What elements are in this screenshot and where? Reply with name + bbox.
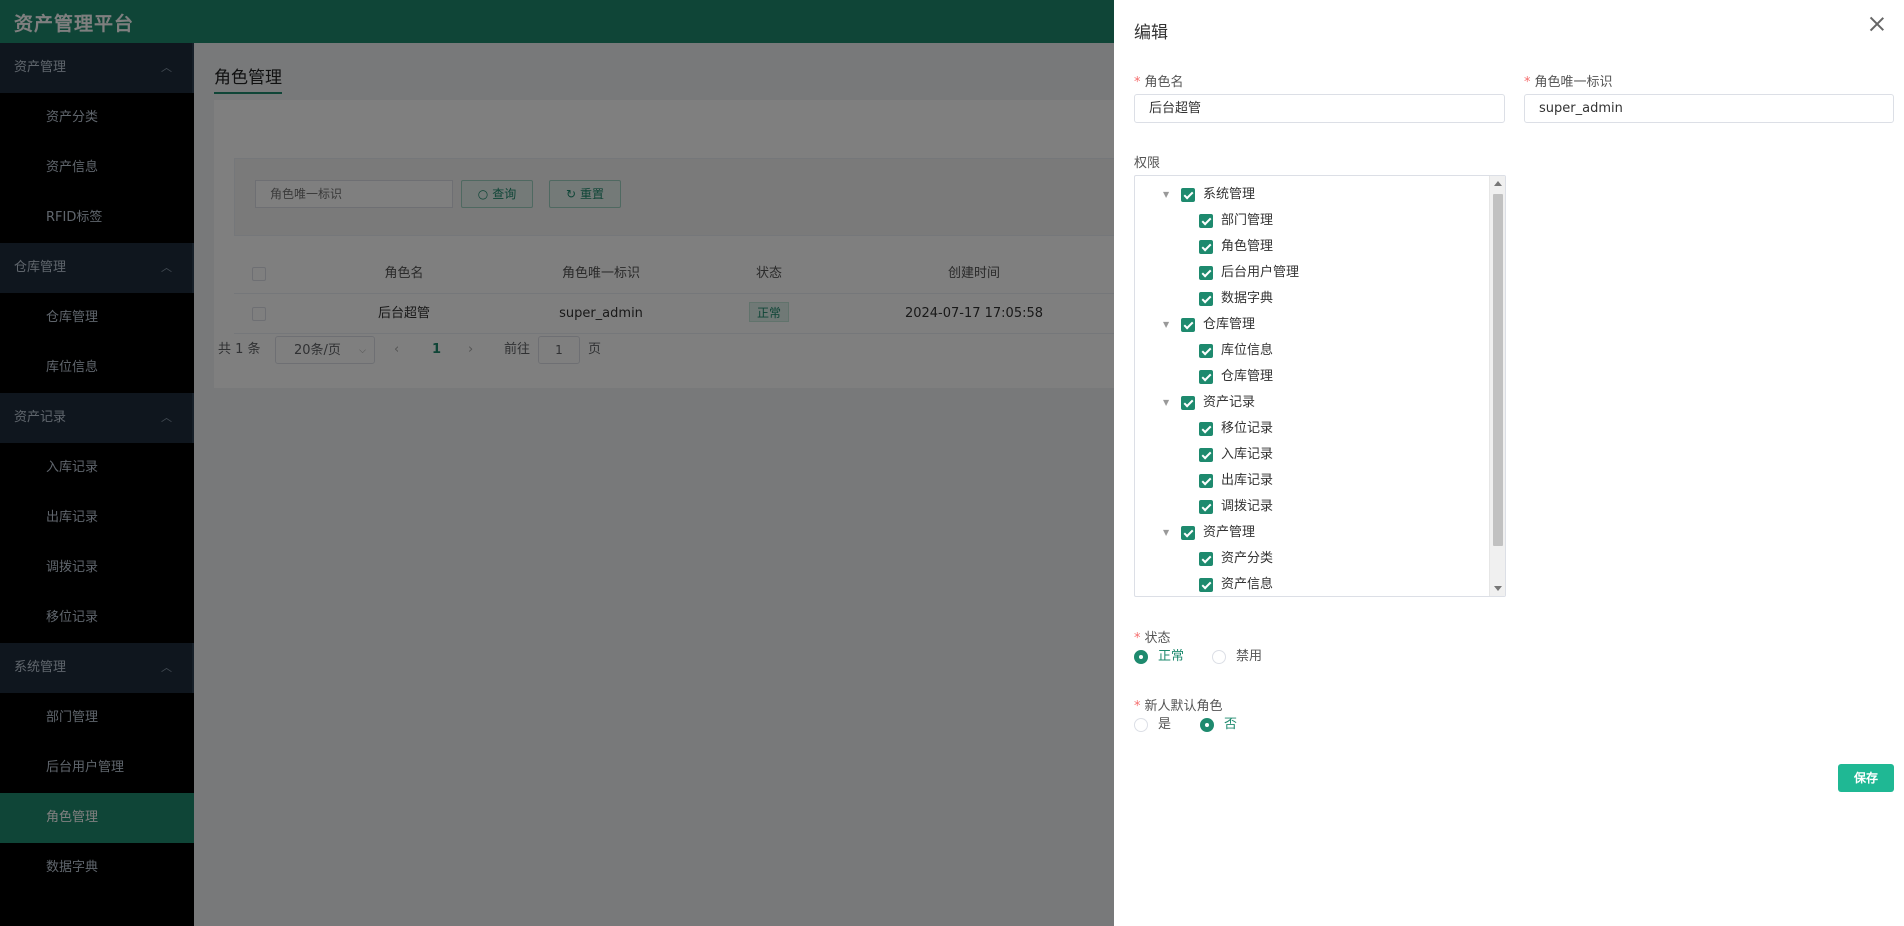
tree-node-label: 库位信息 [1221,343,1274,358]
scroll-thumb[interactable] [1493,194,1503,546]
tree-checkbox[interactable] [1181,318,1195,332]
tree-node-label: 资产管理 [1203,525,1256,540]
close-icon[interactable] [1868,15,1886,33]
tree-checkbox[interactable] [1199,214,1213,228]
tree-node-label: 系统管理 [1203,187,1256,202]
default-role-label: * 新人默认角色 [1134,699,1223,714]
role-name-input[interactable]: 后台超管 [1134,94,1505,123]
role-key-input[interactable]: super_admin [1524,94,1894,123]
tree-node-label: 部门管理 [1221,213,1274,228]
tree-checkbox[interactable] [1199,370,1213,384]
tree-checkbox[interactable] [1199,266,1213,280]
tree-checkbox[interactable] [1199,448,1213,462]
tree-checkbox[interactable] [1199,578,1213,592]
radio-dot [1200,718,1214,732]
permission-tree-list: ▼ 系统管理 部门管理 角色管理 后台用户管理 数据字典 ▼ 仓库管理 库位信息 仓库管理 ▼ 资产记… [1135,176,1490,596]
permission-tree: ▼ 系统管理 部门管理 角色管理 后台用户管理 数据字典 ▼ 仓库管理 库位信息 仓库管理 ▼ 资产记… [1134,175,1506,597]
scroll-up-icon[interactable] [1494,181,1502,186]
tree-checkbox[interactable] [1199,474,1213,488]
tree-checkbox[interactable] [1181,396,1195,410]
tree-node-label: 后台用户管理 [1221,265,1300,280]
tree-node-label: 仓库管理 [1203,317,1256,332]
tree-node-label: 仓库管理 [1221,369,1274,384]
tree-node-label: 资产记录 [1203,395,1256,410]
caret-down-icon[interactable]: ▼ [1163,182,1175,208]
radio-dot [1212,650,1226,664]
caret-down-icon[interactable]: ▼ [1163,390,1175,416]
tree-node-label: 资产分类 [1221,551,1274,566]
radio-dot [1134,650,1148,664]
tree-checkbox[interactable] [1199,422,1213,436]
tree-checkbox[interactable] [1199,240,1213,254]
tree-scrollbar[interactable] [1489,176,1505,596]
tree-node-label: 资产信息 [1221,577,1274,592]
tree-node-label: 角色管理 [1221,239,1274,254]
tree-checkbox[interactable] [1181,526,1195,540]
tree-node-label: 调拨记录 [1221,499,1274,514]
drawer-title: 编辑 [1134,23,1168,43]
role-key-label: * 角色唯一标识 [1524,75,1613,90]
tree-checkbox[interactable] [1199,552,1213,566]
edit-drawer: 编辑 * 角色名 后台超管 * 角色唯一标识 super_admin 权限 ▼ 系统管… [1114,0,1904,926]
tree-checkbox[interactable] [1199,500,1213,514]
caret-down-icon[interactable]: ▼ [1163,520,1175,546]
tree-checkbox[interactable] [1199,292,1213,306]
tree-node-label: 入库记录 [1221,447,1274,462]
save-button[interactable]: 保存 [1838,764,1894,792]
tree-checkbox[interactable] [1181,188,1195,202]
scroll-down-icon[interactable] [1494,586,1502,591]
tree-node-label: 移位记录 [1221,421,1274,436]
radio-dot [1134,718,1148,732]
permission-label: 权限 [1134,156,1161,171]
role-name-label: * 角色名 [1134,75,1184,90]
status-label: * 状态 [1134,631,1171,646]
tree-node-label: 出库记录 [1221,473,1274,488]
tree-node-label: 数据字典 [1221,291,1274,306]
tree-checkbox[interactable] [1199,344,1213,358]
caret-down-icon[interactable]: ▼ [1163,312,1175,338]
